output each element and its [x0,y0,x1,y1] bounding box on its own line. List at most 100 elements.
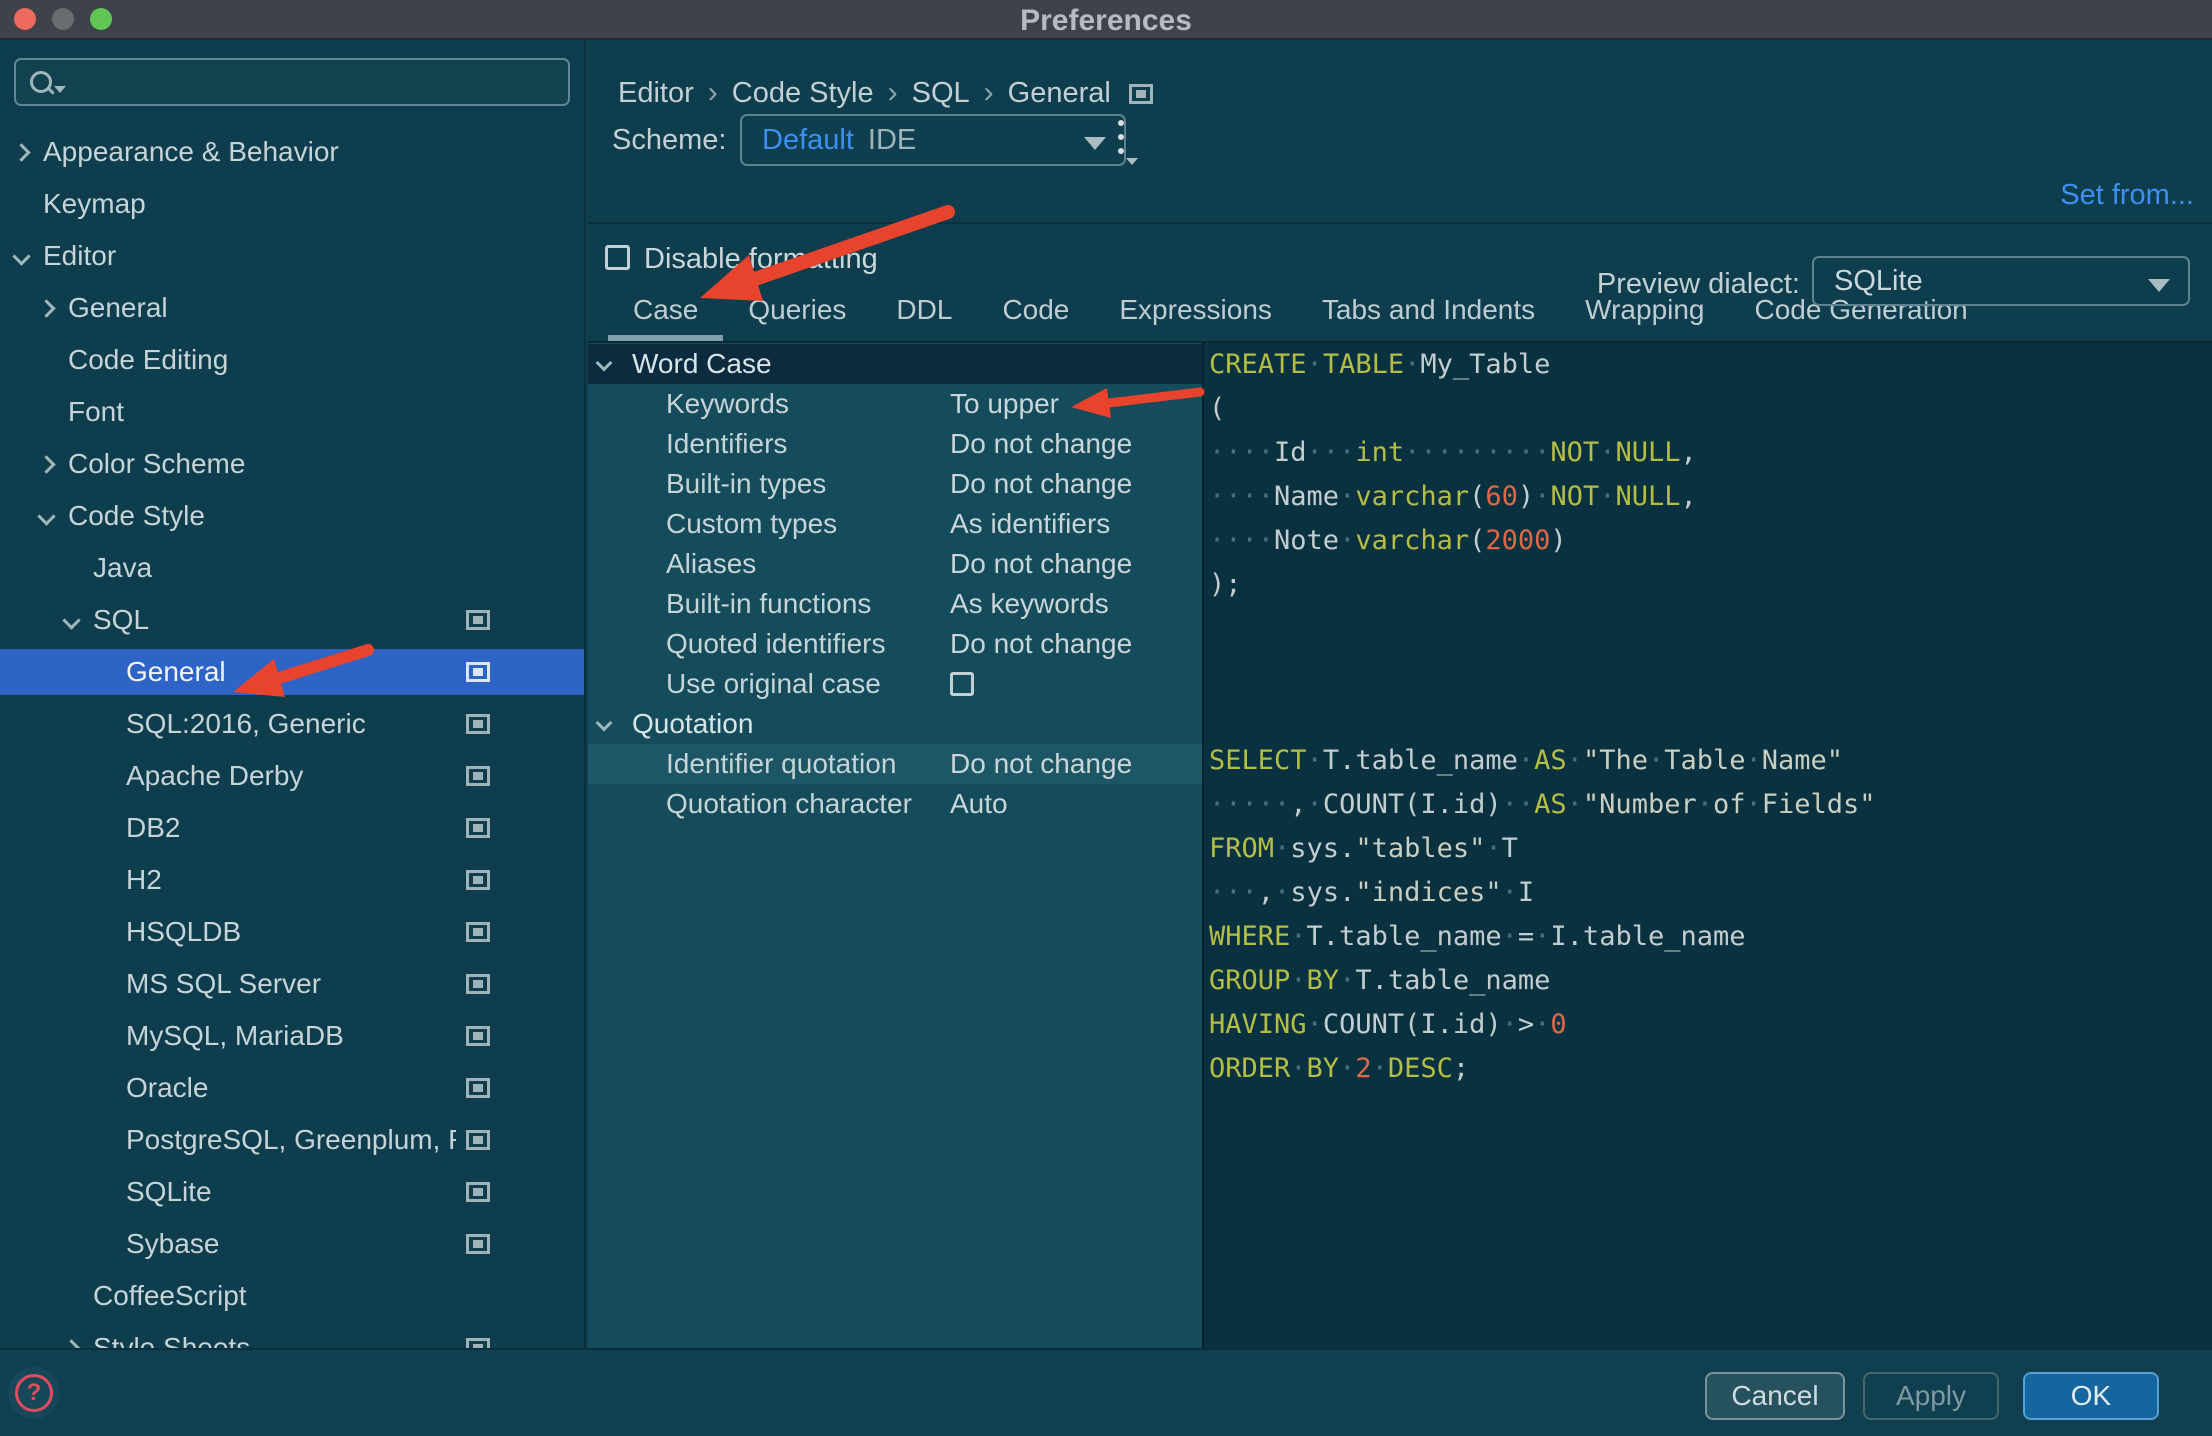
sql-preview-code: CREATE·TABLE·My_Table (····Id···int······… [1204,343,2212,1091]
setting-row-use-original-case[interactable]: Use original case [588,664,1202,704]
code-line: HAVING·COUNT(I.id)·>·0 [1209,1009,1567,1040]
tab-ddl[interactable]: DDL [871,291,977,341]
sidebar-item-db2[interactable]: DB2 [0,805,584,851]
sidebar-item-hsqldb[interactable]: HSQLDB [0,909,584,955]
setting-row-built-in-types[interactable]: Built-in types Do not change [588,464,1202,504]
setting-row-custom-types[interactable]: Custom types As identifiers [588,504,1202,544]
breadcrumb-item-general[interactable]: General [1008,77,1111,109]
scheme-value: Default [762,124,854,156]
cancel-button[interactable]: Cancel [1705,1372,1845,1420]
sidebar-item-sql-2016-generic[interactable]: SQL:2016, Generic [0,701,584,747]
sidebar-item-font[interactable]: Font [0,389,584,435]
sidebar-item-label: SQL:2016, Generic [126,708,366,739]
setting-row-identifiers[interactable]: Identifiers Do not change [588,424,1202,464]
breadcrumb-item-sql[interactable]: SQL [912,77,970,109]
setting-row-built-in-functions[interactable]: Built-in functions As keywords [588,584,1202,624]
sidebar-item-label: Keymap [43,188,146,219]
sidebar-item-color-scheme[interactable]: Color Scheme [0,441,584,487]
settings-page-icon [466,1182,490,1202]
tab-tabs-and-indents[interactable]: Tabs and Indents [1297,291,1560,341]
sidebar-item-ms-sql-server[interactable]: MS SQL Server [0,961,584,1007]
setting-row-quotation[interactable]: Quotation [588,704,1202,744]
code-line: ( [1209,393,1226,424]
set-from-link[interactable]: Set from... [2060,179,2194,212]
settings-page-icon [466,1234,490,1254]
setting-value[interactable]: As identifiers [950,504,1110,544]
scheme-dropdown[interactable]: Default IDE [740,114,1126,166]
breadcrumb-item-editor[interactable]: Editor [618,77,694,109]
search-input[interactable] [14,58,570,106]
setting-label: Use original case [666,668,881,699]
apply-button[interactable]: Apply [1863,1372,1999,1420]
sidebar-item-label: Code Editing [68,344,229,375]
sidebar-item-label: Editor [43,240,117,271]
setting-label: Quotation character [666,788,912,819]
sidebar-item-apache-derby[interactable]: Apache Derby [0,753,584,799]
setting-value[interactable]: Do not change [950,544,1132,584]
sidebar-item-general[interactable]: General [0,285,584,331]
sidebar-item-code-style[interactable]: Code Style [0,493,584,539]
help-button[interactable]: ? [8,1367,60,1419]
chevron-right-icon[interactable] [37,455,56,474]
disable-formatting-label: Disable formatting [644,243,878,275]
preview-dialect-dropdown[interactable]: SQLite [1812,256,2190,306]
setting-label: Identifiers [666,428,788,459]
setting-value[interactable]: As keywords [950,584,1109,624]
tab-expressions[interactable]: Expressions [1094,291,1297,341]
sidebar-item-postgresql-greenplum-redshift[interactable]: PostgreSQL, Greenplum, Redshift [0,1117,584,1163]
setting-value[interactable]: Do not change [950,624,1132,664]
sidebar-item-label: H2 [126,864,162,895]
sidebar-item-mysql-mariadb[interactable]: MySQL, MariaDB [0,1013,584,1059]
breadcrumb-item-code-style[interactable]: Code Style [732,77,874,109]
scheme-actions-kebab-icon[interactable] [1112,116,1142,165]
breadcrumb-separator-icon: › [707,76,718,109]
setting-row-word-case[interactable]: Word Case [588,344,1202,384]
sidebar-item-coffeescript[interactable]: CoffeeScript [0,1273,584,1319]
setting-checkbox-use-original-case[interactable] [950,672,974,696]
chevron-down-icon[interactable] [37,507,56,526]
setting-row-keywords[interactable]: Keywords To upper [588,384,1202,424]
setting-row-aliases[interactable]: Aliases Do not change [588,544,1202,584]
setting-label: Keywords [666,388,789,419]
sidebar-item-style-sheets[interactable]: Style Sheets [0,1325,584,1348]
chevron-right-icon[interactable] [62,1339,81,1348]
tab-case[interactable]: Case [608,291,724,341]
scheme-label: Scheme: [612,124,727,156]
setting-row-quoted-identifiers[interactable]: Quoted identifiers Do not change [588,624,1202,664]
chevron-down-icon[interactable] [595,714,613,732]
setting-value[interactable]: Do not change [950,464,1132,504]
code-line: WHERE·T.table_name·=·I.table_name [1209,921,1746,952]
disable-formatting-checkbox[interactable] [605,245,630,270]
setting-value[interactable]: Do not change [950,424,1132,464]
search-options-caret-icon[interactable] [54,86,66,93]
setting-value[interactable]: To upper [950,384,1059,424]
chevron-right-icon[interactable] [37,299,56,318]
sidebar-item-label: MySQL, MariaDB [126,1020,344,1051]
setting-label: Aliases [666,548,757,579]
ok-button[interactable]: OK [2023,1372,2159,1420]
setting-row-quotation-character[interactable]: Quotation character Auto [588,784,1202,824]
sidebar-item-editor[interactable]: Editor [0,233,584,279]
sidebar-item-sybase[interactable]: Sybase [0,1221,584,1267]
window-title: Preferences [1020,4,1192,37]
setting-value[interactable]: Do not change [950,744,1132,784]
sidebar-item-oracle[interactable]: Oracle [0,1065,584,1111]
chevron-right-icon[interactable] [12,143,31,162]
chevron-down-icon[interactable] [12,247,31,266]
sidebar-item-sqlite[interactable]: SQLite [0,1169,584,1215]
setting-value[interactable]: Auto [950,784,1008,824]
sidebar-item-java[interactable]: Java [0,545,584,591]
sidebar-item-appearance-behavior[interactable]: Appearance & Behavior [0,129,584,175]
chevron-down-icon[interactable] [62,611,81,630]
tab-code[interactable]: Code [977,291,1094,341]
sidebar-item-sql[interactable]: SQL [0,597,584,643]
sidebar-item-code-editing[interactable]: Code Editing [0,337,584,383]
chevron-down-icon[interactable] [595,354,613,372]
tab-queries[interactable]: Queries [723,291,871,341]
sidebar-item-h2[interactable]: H2 [0,857,584,903]
setting-label: Identifier quotation [666,748,897,779]
setting-row-identifier-quotation[interactable]: Identifier quotation Do not change [588,744,1202,784]
sidebar-item-general[interactable]: General [0,649,584,695]
sidebar-item-keymap[interactable]: Keymap [0,181,584,227]
